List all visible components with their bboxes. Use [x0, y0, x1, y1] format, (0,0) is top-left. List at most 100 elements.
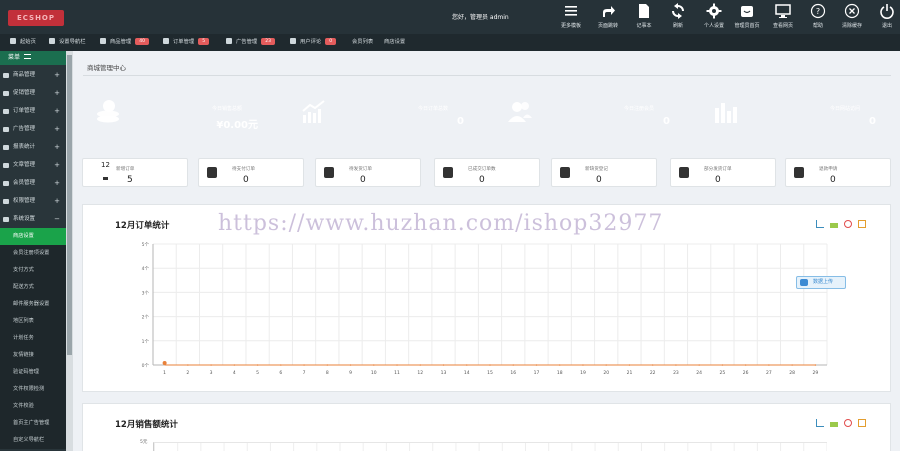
nav-orders[interactable]: 订单管理 5: [163, 34, 210, 51]
mini-card-unpaid[interactable]: 待支付订单 0: [198, 158, 304, 187]
power-icon: [880, 4, 894, 19]
stat-card-sales[interactable]: 今日销售总额 ¥0.00元: [82, 88, 272, 139]
line-chart-icon[interactable]: [816, 419, 825, 427]
nav-goods[interactable]: 商品管理 40: [100, 34, 149, 51]
page-jump-button[interactable]: 页面跳转: [591, 3, 625, 29]
sidebar-sub-file-check[interactable]: 文件校验: [0, 398, 66, 415]
x-tick-label: 29: [813, 370, 819, 376]
refresh-button[interactable]: 刷新: [661, 3, 695, 29]
x-tick-label: 3: [210, 370, 213, 376]
stat-card-members[interactable]: 今日注册会员 0: [494, 88, 684, 139]
nav-members[interactable]: 会员列表: [352, 34, 373, 51]
sidebar-item-orders[interactable]: 订单管理 +: [0, 103, 66, 120]
data-point: [349, 364, 352, 366]
restore-icon[interactable]: [844, 419, 853, 427]
save-image-icon[interactable]: [858, 419, 866, 427]
x-tick-label: 15: [487, 370, 493, 376]
x-tick-label: 24: [696, 370, 702, 376]
mini-card-refund[interactable]: 退款申请 0: [785, 158, 891, 187]
sidebar-item-permissions[interactable]: 权限管理 +: [0, 193, 66, 210]
sidebar-item-reports[interactable]: 报表统计 +: [0, 139, 66, 156]
sidebar-item-articles[interactable]: 文章管理 +: [0, 157, 66, 174]
mini-card-completed[interactable]: 已成交订单数 0: [434, 158, 540, 187]
data-point: [372, 364, 375, 366]
printer-icon: [163, 38, 169, 44]
help-icon: ?: [810, 3, 826, 19]
sidebar-sub-payment[interactable]: 支付方式: [0, 262, 66, 279]
goods-count-badge: 40: [135, 38, 149, 45]
ad-icon: [3, 127, 9, 132]
hamburger-icon: [24, 54, 32, 59]
sidebar-item-promotion[interactable]: 促销管理 +: [0, 85, 66, 102]
help-button[interactable]: ? 帮助: [801, 3, 835, 29]
data-upload-button[interactable]: 数据上传: [796, 276, 846, 289]
sidebar-menu-toggle[interactable]: 菜单: [0, 51, 66, 65]
clear-cache-button[interactable]: 清除缓存: [835, 3, 869, 29]
promotion-icon: [3, 91, 9, 96]
sidebar-item-system[interactable]: 系统设置 −: [0, 211, 66, 228]
refund-icon: [794, 167, 804, 178]
document-icon: [207, 167, 217, 178]
more-templates-button[interactable]: 更多模板: [554, 3, 588, 29]
logout-button[interactable]: 退出: [870, 3, 900, 29]
sidebar-sub-shop-settings[interactable]: 商店设置: [0, 228, 66, 245]
data-point: [233, 364, 236, 366]
refresh-icon: [672, 3, 684, 19]
sidebar-sub-regions[interactable]: 地区列表: [0, 313, 66, 330]
stat-card-visits[interactable]: 今日网站访问 0: [700, 88, 890, 139]
sidebar-item-members[interactable]: 会员管理 +: [0, 175, 66, 192]
sales-chart-grid: [153, 442, 827, 451]
y-tick-label: 2个: [142, 315, 150, 321]
x-tick-label: 28: [789, 370, 795, 376]
order-icon: [3, 109, 9, 114]
x-tick-label: 10: [371, 370, 377, 376]
sidebar-sub-custom-nav[interactable]: 自定义导航栏: [0, 432, 66, 449]
sidebar-sub-file-permissions[interactable]: 文件权限检测: [0, 381, 66, 398]
sidebar-item-goods[interactable]: 商品管理 +: [0, 67, 66, 84]
expand-icon: +: [54, 107, 60, 115]
x-tick-label: 5: [256, 370, 259, 376]
sidebar-item-ads[interactable]: 广告管理 +: [0, 121, 66, 138]
mini-card-unshipped[interactable]: 待发货订单 0: [315, 158, 421, 187]
sidebar-sub-home-ads[interactable]: 首页主广告管理: [0, 415, 66, 432]
report-icon: [3, 145, 9, 150]
x-tick-label: 22: [650, 370, 656, 376]
data-point: [187, 364, 189, 366]
coins-icon: [97, 100, 119, 123]
x-tick-label: 7: [303, 370, 306, 376]
sidebar-sub-shipping[interactable]: 配送方式: [0, 279, 66, 296]
nav-set-navbar[interactable]: 设置导航栏: [49, 34, 86, 51]
sidebar-scrollbar[interactable]: [66, 51, 73, 451]
settings-icon: [3, 217, 9, 222]
brand-logo[interactable]: ECSHOP: [8, 10, 64, 26]
stat-card-orders[interactable]: 今日订单总数 0: [288, 88, 478, 139]
data-point: [210, 364, 212, 366]
sidebar-sub-mail-server[interactable]: 邮件服务器设置: [0, 296, 66, 313]
mini-card-out-of-stock[interactable]: 新缺货登记 0: [551, 158, 657, 187]
admin-home-button[interactable]: 管理员首页: [730, 3, 764, 29]
x-tick-label: 21: [627, 370, 633, 376]
breadcrumb: 商城管理中心: [83, 56, 891, 76]
sidebar-sub-register-fields[interactable]: 会员注册项设置: [0, 245, 66, 262]
sidebar-sub-cron[interactable]: 计划任务: [0, 330, 66, 347]
nav-shop-settings[interactable]: 商店设置: [384, 34, 405, 51]
checkbox-icon: [443, 167, 453, 178]
nav-start-page[interactable]: 起始页: [10, 34, 36, 51]
bar-chart-icon[interactable]: [830, 419, 839, 427]
sidebar-sub-links[interactable]: 友情链接: [0, 347, 66, 364]
mini-card-partial[interactable]: 部分发货订单 0: [670, 158, 776, 187]
x-tick-label: 6: [279, 370, 282, 376]
personal-settings-button[interactable]: 个人设置: [697, 3, 731, 29]
sidebar-sub-captcha[interactable]: 验证码管理: [0, 364, 66, 381]
x-tick-label: 1: [163, 370, 166, 376]
notebook-button[interactable]: 记事本: [627, 3, 661, 29]
nav-ads[interactable]: 广告管理 23: [226, 34, 275, 51]
truck-icon: [679, 167, 689, 178]
scrollbar-thumb[interactable]: [67, 55, 72, 355]
nav-comments[interactable]: 用户评论 0: [290, 34, 337, 51]
x-tick-label: 18: [557, 370, 563, 376]
view-site-button[interactable]: 查看网页: [766, 3, 800, 29]
bar-chart-icon: [715, 103, 737, 123]
data-point: [744, 364, 747, 366]
mini-card-new-orders[interactable]: 12 新增订单 5: [82, 158, 188, 187]
